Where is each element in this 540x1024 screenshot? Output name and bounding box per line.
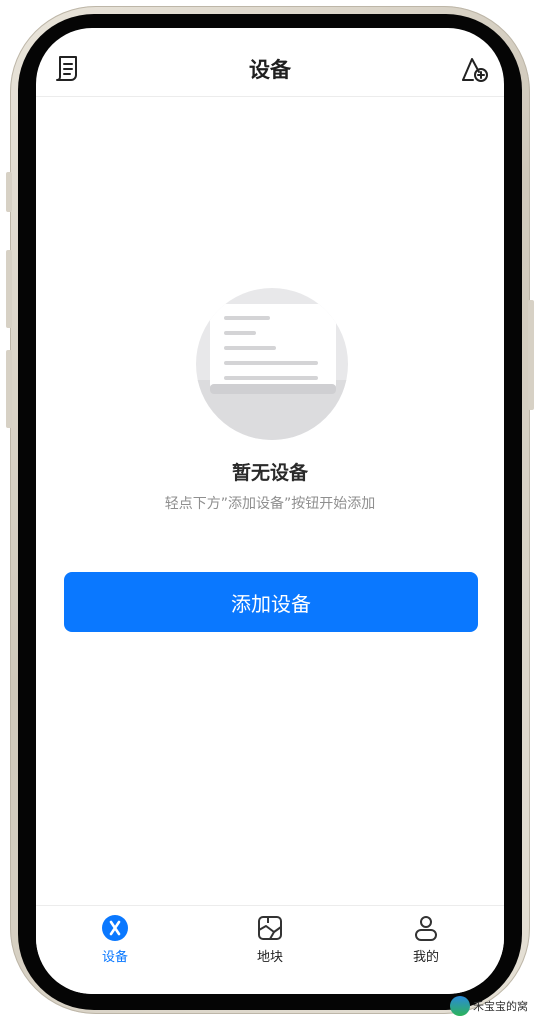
page-title: 设备 bbox=[249, 58, 291, 82]
device-icon bbox=[102, 915, 128, 941]
phone-side-button bbox=[6, 172, 12, 212]
tab-plots[interactable]: 地块 bbox=[225, 914, 315, 965]
add-location-icon[interactable] bbox=[460, 54, 490, 84]
phone-volume-down bbox=[6, 350, 12, 428]
watermark: 禾宝宝的窝 bbox=[450, 994, 532, 1018]
user-icon bbox=[415, 916, 437, 941]
empty-document-icon bbox=[196, 288, 348, 440]
phone-volume-up bbox=[6, 250, 12, 328]
nav-header: 设备 bbox=[36, 28, 504, 97]
tab-devices-label: 设备 bbox=[101, 950, 128, 965]
tab-profile-label: 我的 bbox=[412, 950, 439, 965]
tab-profile[interactable]: 我的 bbox=[381, 914, 471, 965]
add-device-button[interactable]: 添加设备 bbox=[64, 572, 478, 632]
phone-power-button bbox=[528, 300, 534, 410]
watermark-text: 禾宝宝的窝 bbox=[473, 1000, 528, 1013]
map-icon bbox=[258, 916, 282, 940]
tab-plots-label: 地块 bbox=[256, 950, 283, 965]
empty-state-subtitle: 轻点下方”添加设备”按钮开始添加 bbox=[164, 496, 376, 512]
tab-devices[interactable]: 设备 bbox=[70, 914, 160, 965]
app-screen: 设备 暂无设备 轻点下方”添加设备”按钮开始添加 添加设备 设备 地块 我的 bbox=[36, 28, 504, 994]
watermark-logo-icon bbox=[450, 996, 470, 1016]
empty-state-title: 暂无设备 bbox=[231, 462, 308, 484]
tab-bar: 设备 地块 我的 bbox=[36, 905, 504, 994]
